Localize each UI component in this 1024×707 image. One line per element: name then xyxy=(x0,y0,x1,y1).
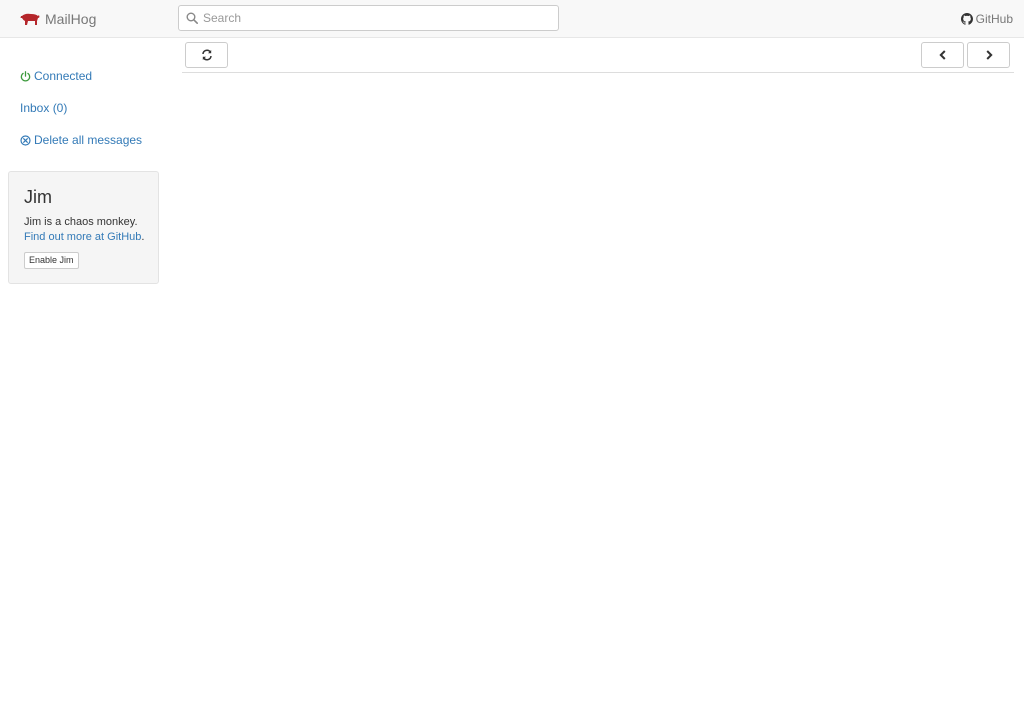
brand-name: MailHog xyxy=(45,11,97,27)
enable-jim-button[interactable]: Enable Jim xyxy=(24,252,79,269)
previous-page-button[interactable] xyxy=(921,42,964,68)
inbox-link[interactable]: Inbox (0) xyxy=(20,100,67,116)
delete-all-messages-link[interactable]: Delete all messages xyxy=(20,132,142,148)
jim-description: Jim is a chaos monkey. xyxy=(24,216,138,228)
search-icon xyxy=(186,12,198,24)
jim-link-suffix: . xyxy=(141,231,145,243)
search-input[interactable] xyxy=(203,7,543,29)
github-link[interactable]: GitHub xyxy=(960,11,1013,27)
jim-title: Jim xyxy=(24,187,52,207)
remove-circle-icon xyxy=(20,134,31,146)
power-icon xyxy=(20,70,31,81)
next-page-button[interactable] xyxy=(967,42,1010,68)
connection-status-link[interactable]: Connected xyxy=(20,68,92,84)
top-navbar: MailHog GitHub xyxy=(0,0,1024,38)
github-icon xyxy=(960,13,973,25)
connection-status-label: Connected xyxy=(34,69,93,83)
delete-all-messages-label: Delete all messages xyxy=(34,133,143,147)
message-toolbar xyxy=(182,42,1014,73)
jim-github-link[interactable]: Find out more at GitHub xyxy=(24,231,141,243)
chevron-left-icon xyxy=(938,50,946,60)
jim-link-line: Find out more at GitHub. xyxy=(24,230,144,244)
inbox-label: Inbox (0) xyxy=(20,101,68,115)
mailhog-logo-icon xyxy=(20,13,40,25)
github-label: GitHub xyxy=(975,12,1013,26)
refresh-button[interactable] xyxy=(185,42,228,68)
jim-panel: Jim Jim is a chaos monkey. Find out more… xyxy=(8,171,159,284)
search-box xyxy=(178,5,559,31)
refresh-icon xyxy=(201,49,212,61)
chevron-right-icon xyxy=(985,50,993,60)
brand-link[interactable]: MailHog xyxy=(20,9,96,29)
